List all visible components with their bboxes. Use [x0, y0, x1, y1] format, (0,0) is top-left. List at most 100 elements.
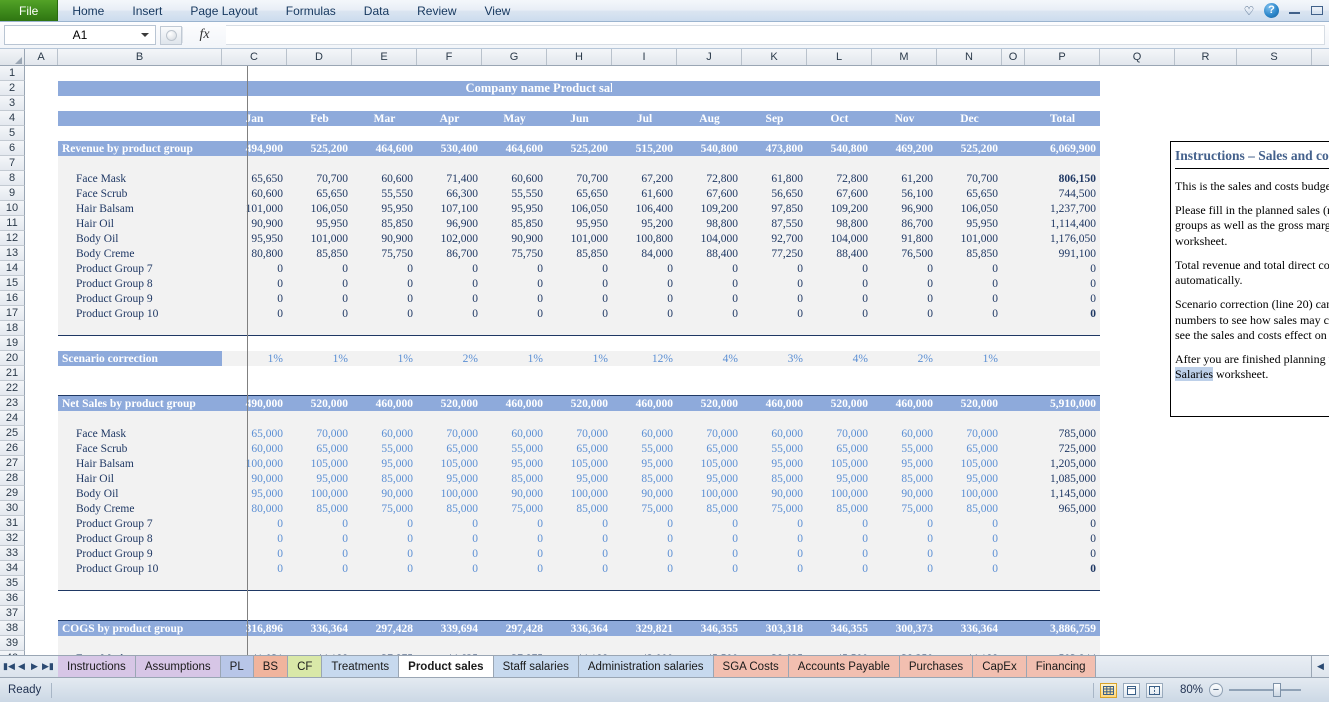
sheet-tab-treatments[interactable]: Treatments [322, 656, 400, 677]
value-cell[interactable]: 85,000 [872, 471, 937, 486]
cell-C[interactable] [222, 96, 287, 111]
row-header-28[interactable]: 28 [0, 471, 25, 486]
cell-S[interactable] [1237, 576, 1312, 591]
value-cell[interactable]: 0 [482, 291, 547, 306]
sheet-title[interactable]: Company name Product sales Budget 2018 [466, 81, 693, 96]
cell-F[interactable] [417, 366, 482, 381]
cell-Q[interactable] [1100, 66, 1175, 81]
row-total[interactable]: 0 [1025, 546, 1100, 561]
cell-O[interactable] [1002, 396, 1025, 411]
cell-J[interactable] [677, 366, 742, 381]
row-total[interactable]: 1,085,000 [1025, 471, 1100, 486]
cell-Q[interactable] [1100, 291, 1175, 306]
value-cell[interactable]: 105,000 [677, 456, 742, 471]
value-cell[interactable]: 95,000 [222, 486, 287, 501]
zoom-level[interactable]: 80% [1169, 684, 1203, 696]
cell-D[interactable] [287, 96, 352, 111]
cell-G[interactable] [482, 126, 547, 141]
sheet-tab-assumptions[interactable]: Assumptions [135, 656, 221, 677]
row-header-21[interactable]: 21 [0, 366, 25, 381]
value-cell[interactable]: 95,000 [872, 456, 937, 471]
cell-S[interactable] [1237, 471, 1312, 486]
value-cell[interactable]: 0 [937, 546, 1002, 561]
scenario-value[interactable]: 1% [482, 351, 547, 366]
value-cell[interactable]: 90,000 [482, 486, 547, 501]
column-header-D[interactable]: D [287, 49, 352, 65]
cell-L[interactable] [807, 591, 872, 606]
total-header[interactable]: Total [1025, 111, 1100, 126]
ribbon-tab-page-layout[interactable]: Page Layout [176, 0, 271, 21]
cell-S[interactable] [1237, 456, 1312, 471]
cell-N[interactable] [937, 66, 1002, 81]
cell-E[interactable] [352, 576, 417, 591]
cell-A[interactable] [25, 351, 58, 366]
value-cell[interactable]: 0 [872, 276, 937, 291]
grid-row-36[interactable] [25, 591, 1329, 606]
value-cell[interactable]: 0 [482, 276, 547, 291]
cell-L[interactable] [807, 66, 872, 81]
cell-F[interactable] [417, 156, 482, 171]
grid-row-7[interactable] [25, 156, 1329, 171]
cell-D[interactable] [287, 126, 352, 141]
cell-Q[interactable] [1100, 336, 1175, 351]
cell-A[interactable] [25, 96, 58, 111]
cell-L[interactable] [807, 606, 872, 621]
cell-H[interactable] [547, 606, 612, 621]
value-cell[interactable]: 95,000 [807, 471, 872, 486]
cell-G[interactable] [482, 336, 547, 351]
cell-H[interactable] [547, 321, 612, 336]
value-cell[interactable]: 70,700 [287, 171, 352, 186]
cell-S[interactable] [1237, 561, 1312, 576]
cell-O[interactable] [1002, 291, 1025, 306]
value-cell[interactable]: 100,000 [222, 456, 287, 471]
value-cell[interactable]: 70,000 [807, 426, 872, 441]
cell-L[interactable] [807, 366, 872, 381]
grid-row-11[interactable]: Hair Oil 90,900 95,950 85,850 96,900 85,850 95… [25, 216, 1329, 231]
cell-D[interactable] [287, 606, 352, 621]
value-cell[interactable]: 0 [547, 261, 612, 276]
column-header-L[interactable]: L [807, 49, 872, 65]
cell-L[interactable] [807, 411, 872, 426]
cogs-section-Jan[interactable]: 316,896 [222, 621, 287, 636]
value-cell[interactable]: 61,200 [872, 171, 937, 186]
value-cell[interactable]: 55,000 [352, 441, 417, 456]
cell-M[interactable] [872, 636, 937, 651]
value-cell[interactable]: 55,000 [612, 441, 677, 456]
cell-J[interactable] [677, 81, 742, 96]
row-header-17[interactable]: 17 [0, 306, 25, 321]
row-total[interactable]: 1,205,000 [1025, 456, 1100, 471]
row-header-6[interactable]: 6 [0, 141, 25, 156]
grid-row-8[interactable]: Face Mask 65,650 70,700 60,600 71,400 60,600 7… [25, 171, 1329, 186]
value-cell[interactable]: 60,600 [482, 171, 547, 186]
value-cell[interactable]: 96,900 [417, 216, 482, 231]
cell-M[interactable] [872, 366, 937, 381]
cogs-section-Sep[interactable]: 303,318 [742, 621, 807, 636]
cell-R[interactable] [1175, 441, 1237, 456]
cell-O[interactable] [1002, 411, 1025, 426]
normal-view-button[interactable] [1100, 682, 1117, 698]
cell-H[interactable] [547, 96, 612, 111]
value-cell[interactable]: 0 [417, 306, 482, 321]
cell-O[interactable] [1002, 96, 1025, 111]
value-cell[interactable]: 0 [807, 306, 872, 321]
cell-A[interactable] [25, 66, 58, 81]
value-cell[interactable]: 95,950 [547, 216, 612, 231]
value-cell[interactable]: 0 [547, 561, 612, 576]
revenue-section-Dec[interactable]: 525,200 [937, 141, 1002, 156]
grid-row-34[interactable]: Product Group 10 0 0 0 0 0 0 0 0 0 0 0 0 0 [25, 561, 1329, 576]
value-cell[interactable]: 70,700 [937, 171, 1002, 186]
cell-S[interactable] [1237, 81, 1312, 96]
row-header-1[interactable]: 1 [0, 66, 25, 81]
value-cell[interactable]: 65,650 [287, 186, 352, 201]
cell-N[interactable] [937, 126, 1002, 141]
ribbon-tab-data[interactable]: Data [350, 0, 403, 21]
cogs-section-Nov[interactable]: 300,373 [872, 621, 937, 636]
cell-A[interactable] [25, 636, 58, 651]
value-cell[interactable]: 102,000 [417, 231, 482, 246]
row-label[interactable]: Body Creme [58, 501, 222, 516]
month-header-Nov[interactable]: Nov [872, 111, 937, 126]
cell-J[interactable] [677, 411, 742, 426]
cell-Q[interactable] [1100, 141, 1175, 156]
cell-Q[interactable] [1100, 351, 1175, 366]
cell-P[interactable] [1025, 66, 1100, 81]
